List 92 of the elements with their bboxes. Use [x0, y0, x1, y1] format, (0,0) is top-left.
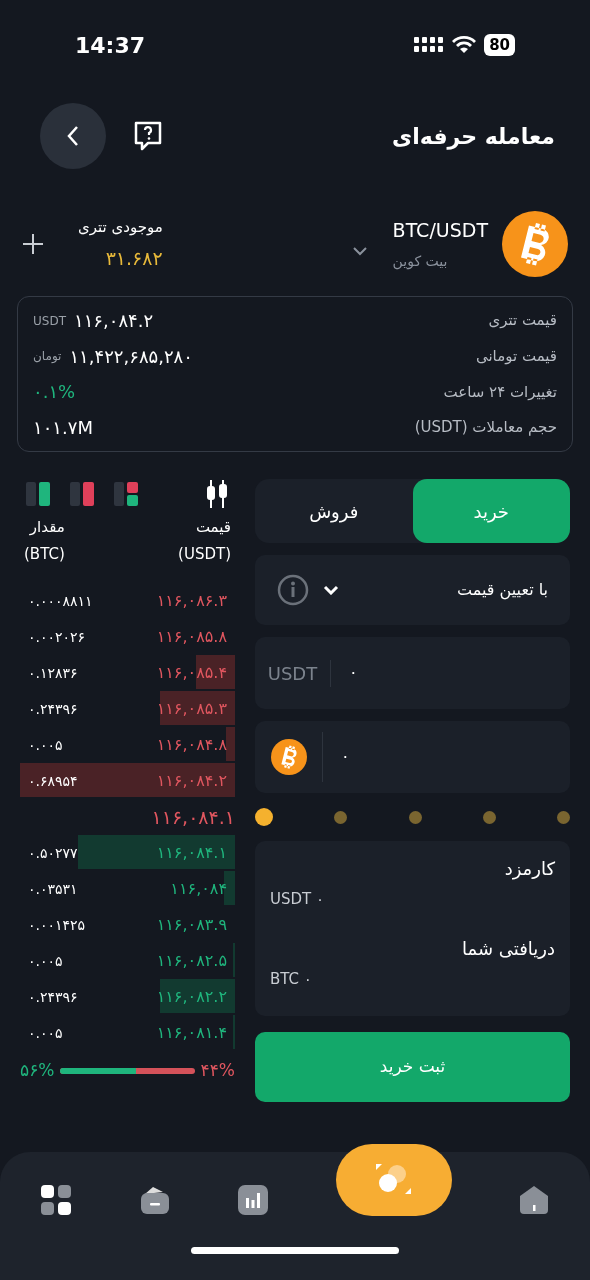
- slider-step[interactable]: [255, 808, 273, 826]
- order-price: ۱۱۶,۰۸۴.۸: [156, 734, 227, 756]
- chevron-left-icon: [66, 125, 80, 147]
- field-value: ۰: [348, 662, 358, 684]
- field-value: ۰: [340, 746, 350, 768]
- balance-value: ۳۱.۶۸۲: [105, 246, 163, 271]
- amount-field[interactable]: ۰: [255, 721, 570, 793]
- order-price: ۱۱۶,۰۸۲.۵: [156, 950, 227, 972]
- order-amount: ۰.۰۰۱۴۲۵: [28, 915, 86, 935]
- order-type: با تعیین قیمت: [457, 579, 548, 602]
- order-price: ۱۱۶,۰۸۳.۹: [156, 914, 227, 936]
- field-unit: USDT: [255, 659, 331, 687]
- order-amount: ۰.۰۰۵: [28, 735, 63, 755]
- buy-ratio: ۵۶%: [20, 1059, 55, 1083]
- chevron-down-icon: [323, 585, 339, 595]
- wifi-icon: [452, 36, 477, 54]
- order-amount: ۰.۱۲۸۳۶: [28, 663, 78, 683]
- order-amount: ۰.۰۰۲۰۲۶: [28, 627, 86, 647]
- grid-icon[interactable]: [40, 1183, 72, 1216]
- order-row[interactable]: ۱۱۶,۰۸۲.۵ ۰.۰۰۵: [20, 943, 235, 979]
- sell-book-icon[interactable]: [70, 481, 96, 507]
- order-amount: ۰.۲۴۳۹۶: [28, 699, 78, 719]
- order-row[interactable]: ۱۱۶,۰۸۱.۴ ۰.۰۰۵: [20, 1015, 235, 1051]
- bitcoin-icon: [270, 739, 307, 775]
- order-row[interactable]: ۱۱۶,۰۸۴.۱ ۰.۵۰۲۷۷: [20, 835, 235, 871]
- slider-step[interactable]: [408, 810, 422, 824]
- buy-book-icon[interactable]: [26, 481, 52, 507]
- fee-label: کارمزد: [503, 857, 555, 882]
- slider-step[interactable]: [557, 810, 570, 824]
- order-amount: ۰.۲۴۳۹۶: [28, 987, 78, 1007]
- price-header: قیمت: [194, 517, 231, 538]
- candlestick-icon[interactable]: [205, 479, 229, 509]
- order-row[interactable]: ۱۱۶,۰۸۵.۴ ۰.۱۲۸۳۶: [20, 655, 235, 691]
- stat-label: حجم معاملات (USDT): [414, 417, 557, 439]
- order-row[interactable]: ۱۱۶,۰۸۵.۸ ۰.۰۰۲۰۲۶: [20, 619, 235, 655]
- order-price: ۱۱۶,۰۸۴: [170, 878, 227, 900]
- stat-label: قیمت تومانی: [475, 345, 557, 367]
- order-amount: ۰.۰۰۵: [28, 951, 63, 971]
- stat-label: تغییرات ۲۴ ساعت: [443, 381, 557, 403]
- stat-unit: USDT: [33, 312, 66, 330]
- amount-header: مقدار: [28, 517, 65, 538]
- order-row[interactable]: ۱۱۶,۰۸۴ ۰.۰۳۵۳۱: [20, 871, 235, 907]
- stat-value: ۱۱,۴۲۲,۶۸۵,۲۸۰: [69, 344, 193, 369]
- receive-label: دریافتی شما: [461, 936, 555, 961]
- amount-unit: (BTC): [24, 543, 65, 565]
- order-price: ۱۱۶,۰۸۶.۳: [156, 590, 227, 612]
- info-icon[interactable]: [277, 574, 309, 606]
- plus-icon[interactable]: [22, 233, 44, 255]
- stat-label: قیمت تتری: [488, 310, 557, 332]
- order-row[interactable]: ۱۱۶,۰۸۲.۲ ۰.۲۴۳۹۶: [20, 979, 235, 1015]
- price-unit: (USDT): [178, 543, 231, 565]
- order-price: ۱۱۶,۰۸۵.۴: [156, 662, 227, 684]
- order-row[interactable]: ۱۱۶,۰۸۴.۲ ۰.۶۸۹۵۴: [20, 763, 235, 799]
- battery-indicator: 80: [484, 34, 515, 56]
- receive-value: BTC ۰: [270, 968, 312, 990]
- page-title: معامله حرفه‌ای: [392, 122, 555, 152]
- order-amount: ۰.۵۰۲۷۷: [28, 843, 78, 863]
- order-price: ۱۱۶,۰۸۴.۱: [156, 842, 227, 864]
- order-price: ۱۱۶,۰۸۴.۲: [156, 770, 227, 792]
- signal-icon: [414, 36, 445, 54]
- home-icon[interactable]: [518, 1183, 550, 1216]
- chart-icon[interactable]: [237, 1183, 269, 1216]
- order-price: ۱۱۶,۰۸۵.۳: [156, 698, 227, 720]
- chevron-down-icon[interactable]: [352, 246, 367, 256]
- market-name: بیت کوین: [392, 251, 448, 272]
- stat-unit: تومان: [33, 348, 62, 366]
- balance-label: موجودی تتری: [78, 216, 163, 238]
- order-price: ۱۱۶,۰۸۱.۴: [156, 1022, 227, 1044]
- order-row[interactable]: ۱۱۶,۰۸۵.۳ ۰.۲۴۳۹۶: [20, 691, 235, 727]
- order-price: ۱۱۶,۰۸۵.۸: [156, 626, 227, 648]
- status-time: 14:37: [75, 31, 146, 60]
- order-row[interactable]: ۱۱۶,۰۸۶.۳ ۰.۰۰۰۸۸۱۱: [20, 583, 235, 619]
- both-book-icon[interactable]: [114, 481, 140, 507]
- fee-value: USDT ۰: [270, 889, 325, 910]
- order-amount: ۰.۶۸۹۵۴: [28, 771, 78, 791]
- order-type-select[interactable]: با تعیین قیمت: [255, 555, 570, 625]
- market-pair: BTC/USDT: [392, 218, 488, 244]
- bitcoin-logo: [502, 211, 568, 277]
- last-price: ۱۱۶,۰۸۴.۱: [151, 804, 235, 830]
- stat-value: ۰.۱%: [33, 380, 76, 405]
- order-amount: ۰.۰۰۰۸۸۱۱: [28, 591, 93, 611]
- order-amount: ۰.۰۳۵۳۱: [28, 879, 78, 899]
- order-price: ۱۱۶,۰۸۲.۲: [156, 986, 227, 1008]
- stat-value: ۱۰۱.۷M: [33, 415, 93, 440]
- order-row[interactable]: ۱۱۶,۰۸۳.۹ ۰.۰۰۱۴۲۵: [20, 907, 235, 943]
- side-tab[interactable]: فروش: [255, 479, 413, 543]
- order-row[interactable]: ۱۱۶,۰۸۴.۸ ۰.۰۰۵: [20, 727, 235, 763]
- sell-ratio: ۴۴%: [200, 1059, 235, 1083]
- slider-step[interactable]: [482, 810, 496, 824]
- stat-value: ۱۱۶,۰۸۴.۲: [74, 309, 154, 333]
- order-amount: ۰.۰۰۵: [28, 1023, 63, 1043]
- slider-step[interactable]: [334, 810, 348, 824]
